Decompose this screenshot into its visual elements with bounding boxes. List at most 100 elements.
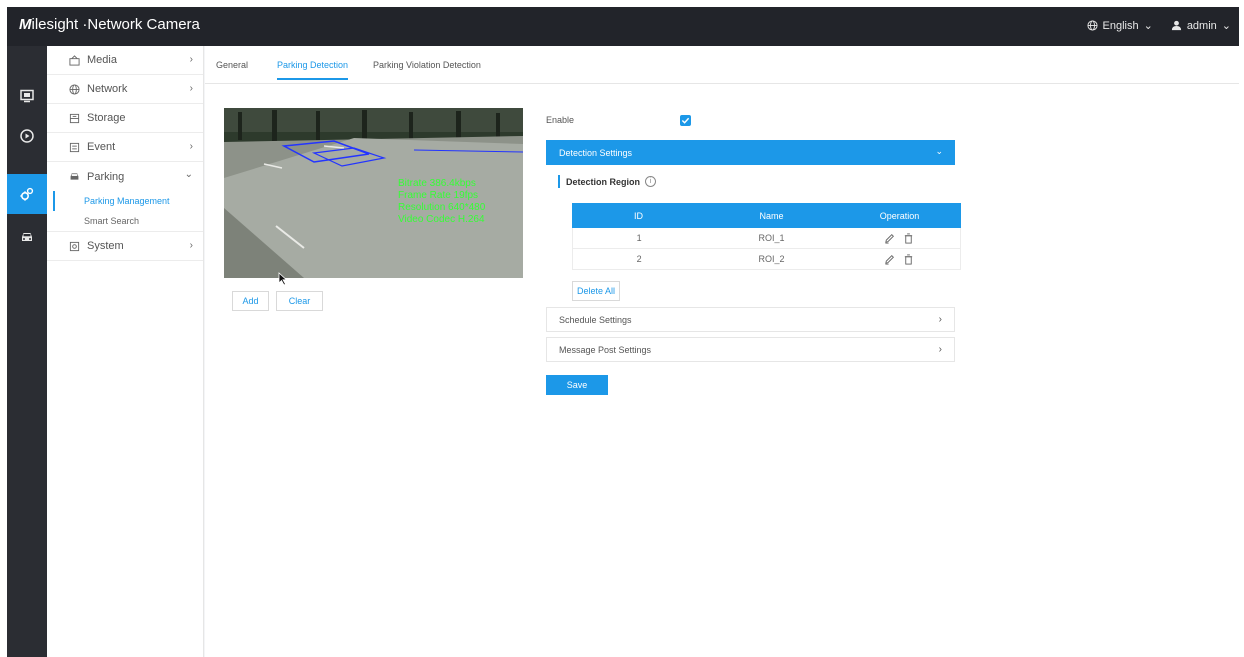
menu-item-network[interactable]: Network ›	[47, 75, 203, 104]
submenu-parking-management[interactable]: Parking Management	[47, 191, 203, 211]
rail-parking[interactable]	[7, 217, 47, 257]
app-logo: Milesight ·Network Camera	[19, 16, 200, 33]
osd-bitrate: Bitrate 386.4kbps	[398, 178, 476, 189]
menu-label-media: Media	[87, 54, 117, 66]
menu-label-network: Network	[87, 83, 128, 95]
menu-item-parking[interactable]: Parking ⌄	[47, 162, 203, 191]
video-osd: Bitrate 386.4kbps Frame Rate 19fps Resol…	[398, 178, 485, 226]
pointer-cursor-icon	[278, 272, 288, 286]
globe-icon	[1086, 20, 1098, 31]
chevron-down-icon: ⌄	[1221, 20, 1231, 32]
delete-all-button[interactable]: Delete All	[572, 281, 620, 301]
edit-icon[interactable]	[884, 254, 895, 265]
content-panel: General Parking Detection Parking Violat…	[205, 46, 1239, 657]
table-row: 2 ROI_2	[572, 249, 961, 270]
osd-video-codec: Video Codec H.264	[398, 214, 485, 225]
row-id: 2	[636, 254, 642, 264]
enable-label: Enable	[546, 115, 575, 125]
playback-icon	[20, 129, 34, 143]
language-selector[interactable]: English ⌄	[1086, 19, 1153, 32]
delete-icon[interactable]	[903, 232, 914, 244]
info-icon[interactable]: i	[645, 176, 657, 187]
user-menu[interactable]: admin ⌄	[1171, 19, 1231, 32]
clear-button[interactable]: Clear	[276, 291, 323, 311]
video-preview[interactable]: Bitrate 386.4kbps Frame Rate 19fps Resol…	[224, 108, 523, 278]
message-post-settings-title: Message Post Settings	[559, 344, 652, 355]
check-icon	[681, 117, 690, 124]
chevron-right-icon: ›	[938, 314, 942, 325]
row-name: ROI_2	[758, 254, 785, 264]
system-icon	[67, 241, 81, 252]
chevron-down-icon: ⌄	[935, 146, 943, 156]
schedule-settings-title: Schedule Settings	[559, 314, 632, 325]
osd-frame-rate: Frame Rate 19fps	[398, 190, 479, 201]
top-right-controls: English ⌄ admin ⌄	[1086, 19, 1231, 32]
chevron-right-icon: ›	[189, 83, 193, 94]
user-label: admin	[1186, 19, 1217, 32]
rail-playback[interactable]	[7, 116, 47, 156]
media-icon	[67, 54, 81, 66]
add-button[interactable]: Add	[232, 291, 269, 311]
menu-item-storage[interactable]: Storage	[47, 104, 203, 133]
chevron-right-icon: ›	[189, 54, 193, 65]
row-operations	[838, 253, 960, 265]
enable-checkbox[interactable]	[680, 115, 691, 126]
submenu-smart-search[interactable]: Smart Search	[47, 211, 203, 232]
language-label: English	[1102, 19, 1139, 32]
chevron-right-icon: ›	[189, 240, 193, 251]
tab-general[interactable]: General	[216, 60, 248, 78]
detection-region-title: Detection Region	[566, 176, 641, 187]
tab-parking-detection[interactable]: Parking Detection	[277, 60, 349, 80]
icon-rail	[7, 46, 47, 657]
column-header-name: Name	[759, 210, 784, 221]
menu-label-storage: Storage	[87, 112, 126, 124]
menu-item-media[interactable]: Media ›	[47, 46, 203, 75]
column-header-operation: Operation	[879, 210, 920, 221]
row-id: 1	[636, 233, 642, 243]
rail-settings[interactable]	[7, 174, 47, 214]
network-icon	[67, 83, 81, 95]
submenu-label-smart-search: Smart Search	[84, 216, 140, 226]
tab-parking-violation-detection[interactable]: Parking Violation Detection	[373, 60, 481, 78]
detection-settings-title: Detection Settings	[559, 147, 633, 158]
user-icon	[1171, 20, 1181, 31]
column-header-id: ID	[634, 210, 643, 221]
menu-item-event[interactable]: Event ›	[47, 133, 203, 162]
car-icon	[67, 171, 81, 182]
row-name: ROI_1	[758, 233, 785, 243]
event-icon	[67, 142, 81, 153]
menu-item-system[interactable]: System ›	[47, 232, 203, 261]
monitor-icon	[20, 89, 34, 103]
storage-icon	[67, 113, 81, 124]
settings-icon	[20, 187, 34, 201]
chevron-right-icon: ›	[189, 141, 193, 152]
table-header: ID Name Operation	[572, 203, 961, 228]
delete-icon[interactable]	[903, 253, 914, 265]
car-icon	[22, 233, 32, 241]
menu-label-system: System	[87, 240, 124, 252]
osd-resolution: Resolution 640*480	[398, 202, 486, 213]
detection-settings-header[interactable]: Detection Settings ⌄	[546, 140, 955, 165]
menu-label-parking: Parking	[87, 170, 125, 183]
chevron-right-icon: ›	[938, 344, 942, 355]
app-title: ·Network Camera	[82, 16, 200, 33]
tab-bar: General Parking Detection Parking Violat…	[205, 46, 1239, 84]
rail-live-view[interactable]	[7, 76, 47, 116]
detection-region-heading: Detection Region i	[558, 175, 657, 188]
app-window: Milesight ·Network Camera English ⌄ admi…	[7, 7, 1239, 657]
brand-initial: M	[19, 16, 32, 33]
menu-label-event: Event	[87, 141, 116, 153]
top-bar: Milesight ·Network Camera English ⌄ admi…	[7, 7, 1239, 46]
settings-menu: Media › Network › Storage Event › Parkin…	[47, 46, 204, 657]
submenu-label-parking-management: Parking Management	[84, 196, 170, 206]
table-row: 1 ROI_1	[572, 228, 961, 249]
schedule-settings-header[interactable]: Schedule Settings ›	[546, 307, 955, 332]
edit-icon[interactable]	[884, 233, 895, 244]
message-post-settings-header[interactable]: Message Post Settings ›	[546, 337, 955, 362]
save-button[interactable]: Save	[546, 375, 608, 395]
row-operations	[838, 232, 960, 244]
brand-name: ilesight	[31, 16, 79, 33]
chevron-down-icon: ⌄	[1143, 20, 1153, 32]
region-table: ID Name Operation 1 ROI_1 2 ROI_2	[572, 203, 961, 270]
chevron-down-icon: ⌄	[184, 169, 193, 180]
